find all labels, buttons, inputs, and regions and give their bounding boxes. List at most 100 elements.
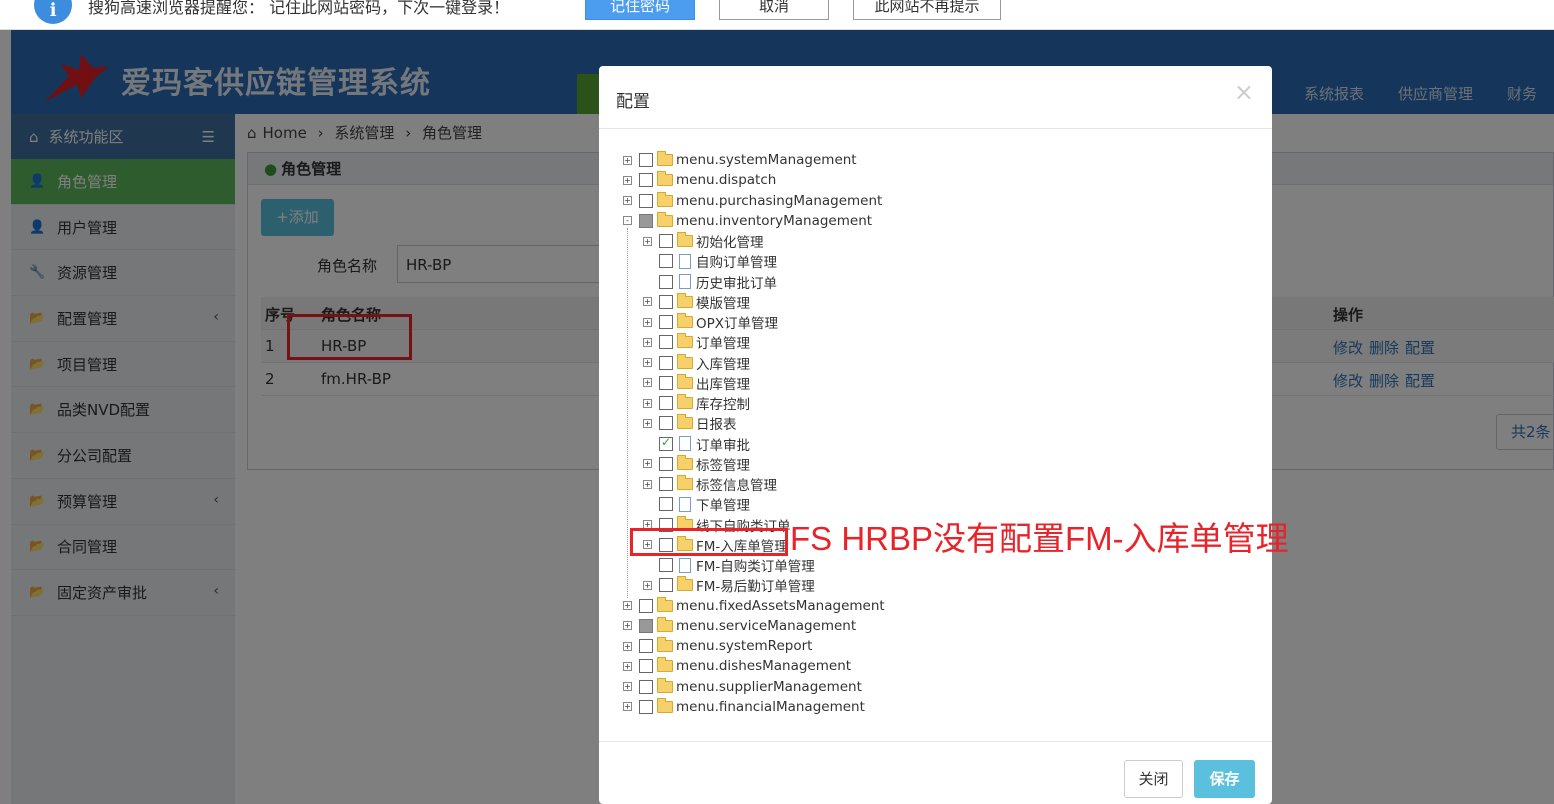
tree-checkbox[interactable] bbox=[659, 335, 673, 350]
tree-checkbox[interactable] bbox=[659, 355, 673, 370]
tree-node[interactable]: + 订单管理 bbox=[623, 332, 885, 352]
tree-node[interactable]: + menu.systemManagement bbox=[623, 150, 885, 170]
tree-node[interactable]: + menu.dishesManagement bbox=[623, 656, 885, 676]
tree-node-label[interactable]: 库存控制 bbox=[696, 393, 750, 413]
expand-icon[interactable]: + bbox=[623, 621, 632, 631]
tree-node[interactable]: + menu.supplierManagement bbox=[623, 677, 885, 697]
tree-checkbox[interactable] bbox=[639, 213, 653, 228]
tree-node[interactable]: + 标签管理 bbox=[623, 454, 885, 474]
tree-node-label[interactable]: menu.systemReport bbox=[676, 638, 812, 654]
tree-node[interactable]: + menu.purchasingManagement bbox=[623, 191, 885, 211]
tree-node[interactable]: 订单审批 bbox=[623, 434, 885, 454]
tree-node[interactable]: + 日报表 bbox=[623, 413, 885, 433]
tree-checkbox[interactable] bbox=[659, 234, 673, 249]
tree-checkbox[interactable] bbox=[639, 639, 653, 654]
never-prompt-button[interactable]: 此网站不再提示 bbox=[853, 0, 1001, 20]
tree-node-label[interactable]: 订单审批 bbox=[696, 434, 750, 454]
tree-checkbox[interactable] bbox=[659, 558, 673, 573]
tree-checkbox[interactable] bbox=[659, 477, 673, 492]
tree-node[interactable]: + 模版管理 bbox=[623, 292, 885, 312]
tree-checkbox[interactable] bbox=[659, 578, 673, 593]
tree-node-label[interactable]: 下单管理 bbox=[696, 494, 750, 514]
expand-icon[interactable]: + bbox=[623, 196, 632, 206]
tree-node[interactable]: + 出库管理 bbox=[623, 373, 885, 393]
tree-node-label[interactable]: menu.systemManagement bbox=[676, 152, 857, 168]
tree-node-label[interactable]: menu.dispatch bbox=[676, 172, 776, 188]
expand-icon[interactable]: + bbox=[643, 236, 652, 246]
tree-node[interactable]: + menu.serviceManagement bbox=[623, 616, 885, 636]
tree-node[interactable]: + menu.fixedAssetsManagement bbox=[623, 596, 885, 616]
tree-node-label[interactable]: 日报表 bbox=[696, 413, 737, 433]
expand-icon[interactable]: + bbox=[643, 317, 652, 327]
tree-node-label[interactable]: 入库管理 bbox=[696, 353, 750, 373]
tree-checkbox[interactable] bbox=[639, 153, 653, 168]
tree-node-label[interactable]: menu.serviceManagement bbox=[676, 618, 856, 634]
tree-checkbox[interactable] bbox=[659, 274, 673, 289]
tree-node[interactable]: - menu.inventoryManagement bbox=[623, 211, 885, 231]
expand-icon[interactable]: + bbox=[623, 155, 632, 165]
tree-checkbox[interactable] bbox=[639, 699, 653, 714]
collapse-icon[interactable]: - bbox=[623, 216, 632, 226]
tree-checkbox[interactable] bbox=[639, 679, 653, 694]
tree-node-label[interactable]: 历史审批订单 bbox=[696, 272, 777, 292]
tree-node-label[interactable]: 出库管理 bbox=[696, 373, 750, 393]
tree-node[interactable]: + 初始化管理 bbox=[623, 231, 885, 251]
tree-node[interactable]: 历史审批订单 bbox=[623, 272, 885, 292]
tree-node[interactable]: + 入库管理 bbox=[623, 353, 885, 373]
tree-node-label[interactable]: 模版管理 bbox=[696, 292, 750, 312]
expand-icon[interactable]: + bbox=[643, 459, 652, 469]
expand-icon[interactable]: + bbox=[643, 418, 652, 428]
tree-checkbox[interactable] bbox=[659, 294, 673, 309]
tree-node-label[interactable]: 自购订单管理 bbox=[696, 251, 777, 271]
cancel-prompt-button[interactable]: 取消 bbox=[719, 0, 829, 20]
expand-icon[interactable]: + bbox=[623, 682, 632, 692]
tree-node[interactable]: + FM-易后勤订单管理 bbox=[623, 575, 885, 595]
tree-checkbox[interactable] bbox=[639, 659, 653, 674]
tree-node-label[interactable]: 标签管理 bbox=[696, 454, 750, 474]
tree-checkbox[interactable] bbox=[659, 497, 673, 512]
tree-checkbox[interactable] bbox=[659, 456, 673, 471]
tree-checkbox[interactable] bbox=[659, 375, 673, 390]
tree-node[interactable]: + menu.financialManagement bbox=[623, 697, 885, 717]
tree-checkbox[interactable] bbox=[639, 618, 653, 633]
expand-icon[interactable]: + bbox=[643, 297, 652, 307]
tree-node-label[interactable]: menu.dishesManagement bbox=[676, 658, 851, 674]
tree-checkbox[interactable] bbox=[659, 416, 673, 431]
tree-node-label[interactable]: menu.inventoryManagement bbox=[676, 213, 872, 229]
close-button[interactable]: 关闭 bbox=[1124, 760, 1183, 798]
tree-checkbox[interactable] bbox=[659, 435, 673, 451]
tree-checkbox[interactable] bbox=[639, 193, 653, 208]
expand-icon[interactable]: + bbox=[643, 337, 652, 347]
tree-node[interactable]: + 标签信息管理 bbox=[623, 474, 885, 494]
tree-node[interactable]: + menu.dispatch bbox=[623, 170, 885, 190]
expand-icon[interactable]: + bbox=[643, 378, 652, 388]
tree-node-label[interactable]: FM-易后勤订单管理 bbox=[696, 575, 815, 595]
tree-node-label[interactable]: 标签信息管理 bbox=[696, 474, 777, 494]
remember-password-button[interactable]: 记住密码 bbox=[585, 0, 695, 20]
expand-icon[interactable]: + bbox=[643, 580, 652, 590]
expand-icon[interactable]: + bbox=[623, 702, 632, 712]
tree-node[interactable]: + menu.systemReport bbox=[623, 636, 885, 656]
expand-icon[interactable]: + bbox=[643, 398, 652, 408]
close-icon[interactable]: × bbox=[1234, 78, 1254, 106]
tree-node-label[interactable]: menu.purchasingManagement bbox=[676, 193, 882, 209]
save-button[interactable]: 保存 bbox=[1194, 760, 1255, 798]
expand-icon[interactable]: + bbox=[623, 641, 632, 651]
expand-icon[interactable]: + bbox=[643, 358, 652, 368]
tree-checkbox[interactable] bbox=[639, 598, 653, 613]
expand-icon[interactable]: + bbox=[643, 479, 652, 489]
expand-icon[interactable]: + bbox=[623, 175, 632, 185]
tree-node[interactable]: + 库存控制 bbox=[623, 393, 885, 413]
tree-node-label[interactable]: menu.financialManagement bbox=[676, 699, 865, 715]
expand-icon[interactable]: + bbox=[623, 601, 632, 611]
tree-checkbox[interactable] bbox=[639, 173, 653, 188]
tree-node-label[interactable]: 初始化管理 bbox=[696, 231, 764, 251]
tree-node-label[interactable]: menu.fixedAssetsManagement bbox=[676, 598, 885, 614]
tree-checkbox[interactable] bbox=[659, 254, 673, 269]
tree-checkbox[interactable] bbox=[659, 396, 673, 411]
tree-node-label[interactable]: OPX订单管理 bbox=[696, 312, 778, 332]
tree-node[interactable]: + OPX订单管理 bbox=[623, 312, 885, 332]
tree-node[interactable]: 自购订单管理 bbox=[623, 251, 885, 271]
expand-icon[interactable]: + bbox=[623, 661, 632, 671]
tree-node-label[interactable]: menu.supplierManagement bbox=[676, 679, 862, 695]
